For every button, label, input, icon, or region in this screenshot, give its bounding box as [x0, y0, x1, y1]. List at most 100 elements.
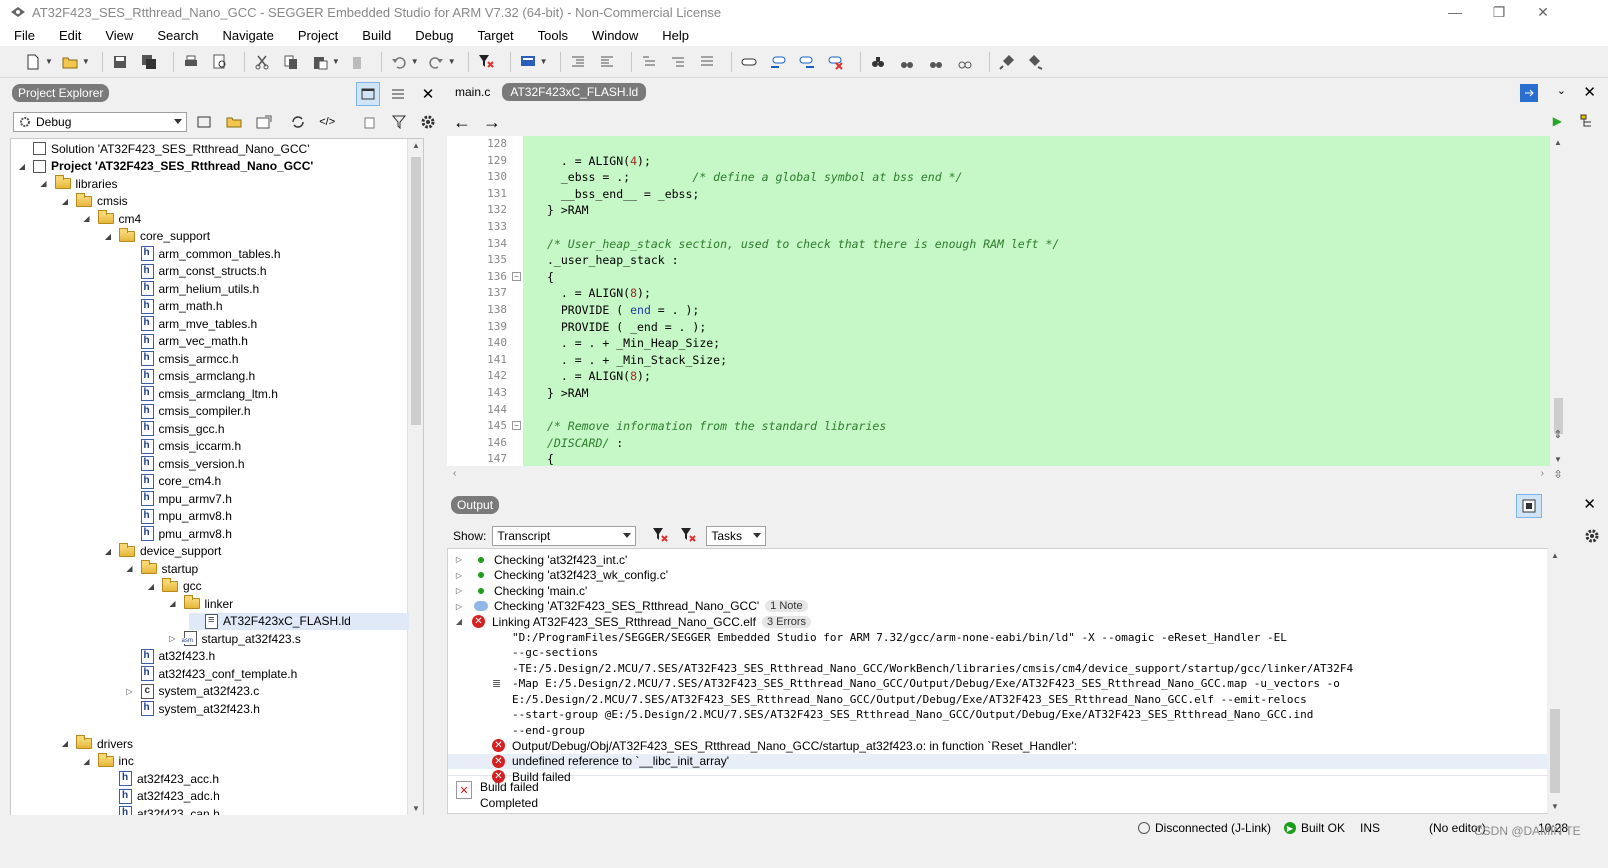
tree-node[interactable]: Solution 'AT32F423_SES_Rtthread_Nano_GCC…	[17, 140, 310, 157]
output-row[interactable]: ▷ Checking 'at32f423_int.c'	[448, 552, 1548, 568]
tree-node[interactable]: ▷ system_at32f423.c	[125, 683, 259, 700]
refresh-icon[interactable]	[286, 110, 310, 134]
menu-search[interactable]: Search	[157, 28, 198, 43]
tree-node[interactable]: ◢ core_support	[103, 227, 210, 245]
tab-main-c[interactable]: main.c	[447, 83, 498, 101]
tree-node[interactable]: cmsis_armcc.h	[125, 350, 239, 367]
menu-help[interactable]: Help	[662, 28, 689, 43]
expand-toggle-icon[interactable]: ◢	[146, 582, 156, 591]
tree-node[interactable]: cmsis_compiler.h	[125, 403, 251, 420]
tree-node[interactable]: at32f423_adc.h	[103, 788, 220, 805]
filter-icon[interactable]	[387, 110, 411, 134]
tree-node[interactable]: at32f423_acc.h	[103, 770, 219, 787]
expand-toggle-icon[interactable]: ◢	[60, 739, 70, 748]
output-row[interactable]: ✕ Build failed	[448, 769, 1548, 785]
debug-pin-icon[interactable]	[996, 51, 1018, 73]
output-layout-icon[interactable]	[1516, 494, 1542, 518]
output-row[interactable]: ▷ Checking 'at32f423_wk_config.c'	[448, 568, 1548, 584]
restore-button[interactable]: ❐	[1476, 0, 1522, 24]
menu-view[interactable]: View	[105, 28, 133, 43]
tree-node[interactable]: AT32F423xC_FLASH.ld	[189, 612, 409, 630]
build-status[interactable]: ▶ Built OK	[1284, 821, 1345, 835]
split-editor-icon[interactable]	[1520, 84, 1538, 102]
split-vertical-icon[interactable]: ⇳	[1550, 468, 1566, 482]
output-row[interactable]: ▷ Checking 'main.c'	[448, 583, 1548, 599]
tree-node[interactable]: mpu_armv8.h	[125, 508, 232, 525]
close-panel-icon[interactable]: ✕	[416, 82, 440, 106]
code-view[interactable]: 128 129 130 131 132 133 134 135 136 137 138 139 140 1…	[447, 136, 1592, 540]
show-select[interactable]: Transcript	[492, 526, 637, 546]
output-row[interactable]: --start-group @E:/5.Design/2.MCU/7.SES/A…	[448, 707, 1548, 723]
comment-icon[interactable]	[638, 51, 660, 73]
tree-node[interactable]: arm_const_structs.h	[125, 263, 267, 280]
output-row[interactable]: "D:/ProgramFiles/SEGGER/SEGGER Embedded …	[448, 630, 1548, 646]
add-folder-icon[interactable]	[222, 110, 246, 134]
print-preview-button[interactable]	[209, 51, 231, 73]
menu-file[interactable]: File	[14, 28, 35, 43]
new-file-button[interactable]	[22, 51, 44, 73]
exclude-icon[interactable]	[357, 110, 381, 134]
find-prev-icon[interactable]	[896, 51, 918, 73]
close-output-icon[interactable]: ✕	[1583, 495, 1596, 513]
tree-node[interactable]: pmu_armv8.h	[125, 525, 232, 542]
tasks-select[interactable]: Tasks	[706, 526, 767, 546]
build-filter-icon[interactable]	[475, 51, 497, 73]
output-settings-icon[interactable]	[1584, 528, 1600, 547]
expand-toggle-icon[interactable]: ◢	[125, 564, 135, 573]
menu-project[interactable]: Project	[298, 28, 338, 43]
output-row[interactable]: ≣ -Map E:/5.Design/2.MCU/7.SES/AT32F423_S…	[448, 676, 1548, 692]
run-icon[interactable]: ▶	[1553, 114, 1562, 128]
tree-node[interactable]: arm_vec_math.h	[125, 333, 248, 350]
code-text-area[interactable]: . = ALIGN(4); _ebss = .; /* define a glo…	[523, 136, 1550, 466]
expand-toggle-icon[interactable]: ◢	[103, 547, 113, 556]
connection-status[interactable]: Disconnected (J-Link)	[1138, 821, 1271, 835]
save-button[interactable]	[109, 51, 131, 73]
tree-node[interactable]: ◢ gcc	[146, 577, 202, 595]
properties-icon[interactable]	[193, 110, 217, 134]
tree-node[interactable]: core_cm4.h	[125, 473, 221, 490]
outline-icon[interactable]	[1580, 114, 1594, 131]
menu-target[interactable]: Target	[478, 28, 514, 43]
menu-navigate[interactable]: Navigate	[223, 28, 274, 43]
expand-toggle-icon[interactable]: ▷	[168, 634, 178, 643]
minimize-button[interactable]: —	[1432, 0, 1478, 24]
tree-node[interactable]: ◢ cmsis	[60, 192, 128, 210]
expand-toggle-icon[interactable]: ◢	[17, 162, 27, 171]
tree-node[interactable]: arm_math.h	[125, 298, 223, 315]
tree-node[interactable]: cmsis_iccarm.h	[125, 438, 241, 455]
tree-node[interactable]: ◢ device_support	[103, 542, 221, 560]
tab-flash-ld[interactable]: AT32F423xC_FLASH.ld	[502, 83, 647, 101]
menu-window[interactable]: Window	[592, 28, 638, 43]
tab-list-icon[interactable]: ⌄	[1557, 84, 1566, 97]
open-file-button[interactable]	[59, 51, 81, 73]
tree-node[interactable]: arm_mve_tables.h	[125, 315, 257, 332]
settings-icon[interactable]	[416, 110, 440, 134]
menu-tools[interactable]: Tools	[538, 28, 568, 43]
outdent-icon[interactable]	[596, 51, 618, 73]
output-row[interactable]: ▷ Checking 'AT32F423_SES_Rtthread_Nano_GC…	[448, 599, 1548, 615]
tree-node[interactable]: ▷ startup_at32f423.s	[168, 630, 301, 647]
panel-menu-icon[interactable]	[386, 82, 410, 106]
tree-node[interactable]: ◢ libraries	[39, 175, 118, 192]
tree-node[interactable]: cmsis_armclang.h	[125, 368, 255, 385]
tree-node[interactable]: ◢ cm4	[82, 210, 141, 227]
close-window-button[interactable]: ✕	[1520, 0, 1566, 24]
add-item-icon[interactable]	[252, 110, 276, 134]
build-config-icon[interactable]	[517, 51, 539, 73]
filter-errors-icon[interactable]	[652, 527, 669, 546]
code-view-icon[interactable]: </>	[315, 110, 339, 134]
layout-toggle-icon[interactable]	[356, 82, 380, 106]
fold-toggle-icon[interactable]: −	[512, 271, 521, 281]
redo-icon[interactable]	[425, 51, 447, 73]
project-explorer-header[interactable]: Project Explorer	[12, 84, 110, 102]
format-icon[interactable]	[696, 51, 718, 73]
tree-node[interactable]: ◢ Project 'AT32F423_SES_Rtthread_Nano_GCC…	[17, 158, 313, 175]
find-icon[interactable]	[867, 51, 889, 73]
expand-toggle-icon[interactable]: ◢	[82, 214, 92, 223]
editor-hscrollbar[interactable]: ‹ ›	[447, 468, 1550, 482]
expand-toggle-icon[interactable]: ◢	[103, 232, 113, 241]
uncomment-icon[interactable]	[667, 51, 689, 73]
tree-node[interactable]: cmsis_version.h	[125, 455, 245, 472]
expand-toggle-icon[interactable]: ◢	[82, 757, 92, 766]
tree-node[interactable]: cmsis_gcc.h	[125, 420, 225, 437]
